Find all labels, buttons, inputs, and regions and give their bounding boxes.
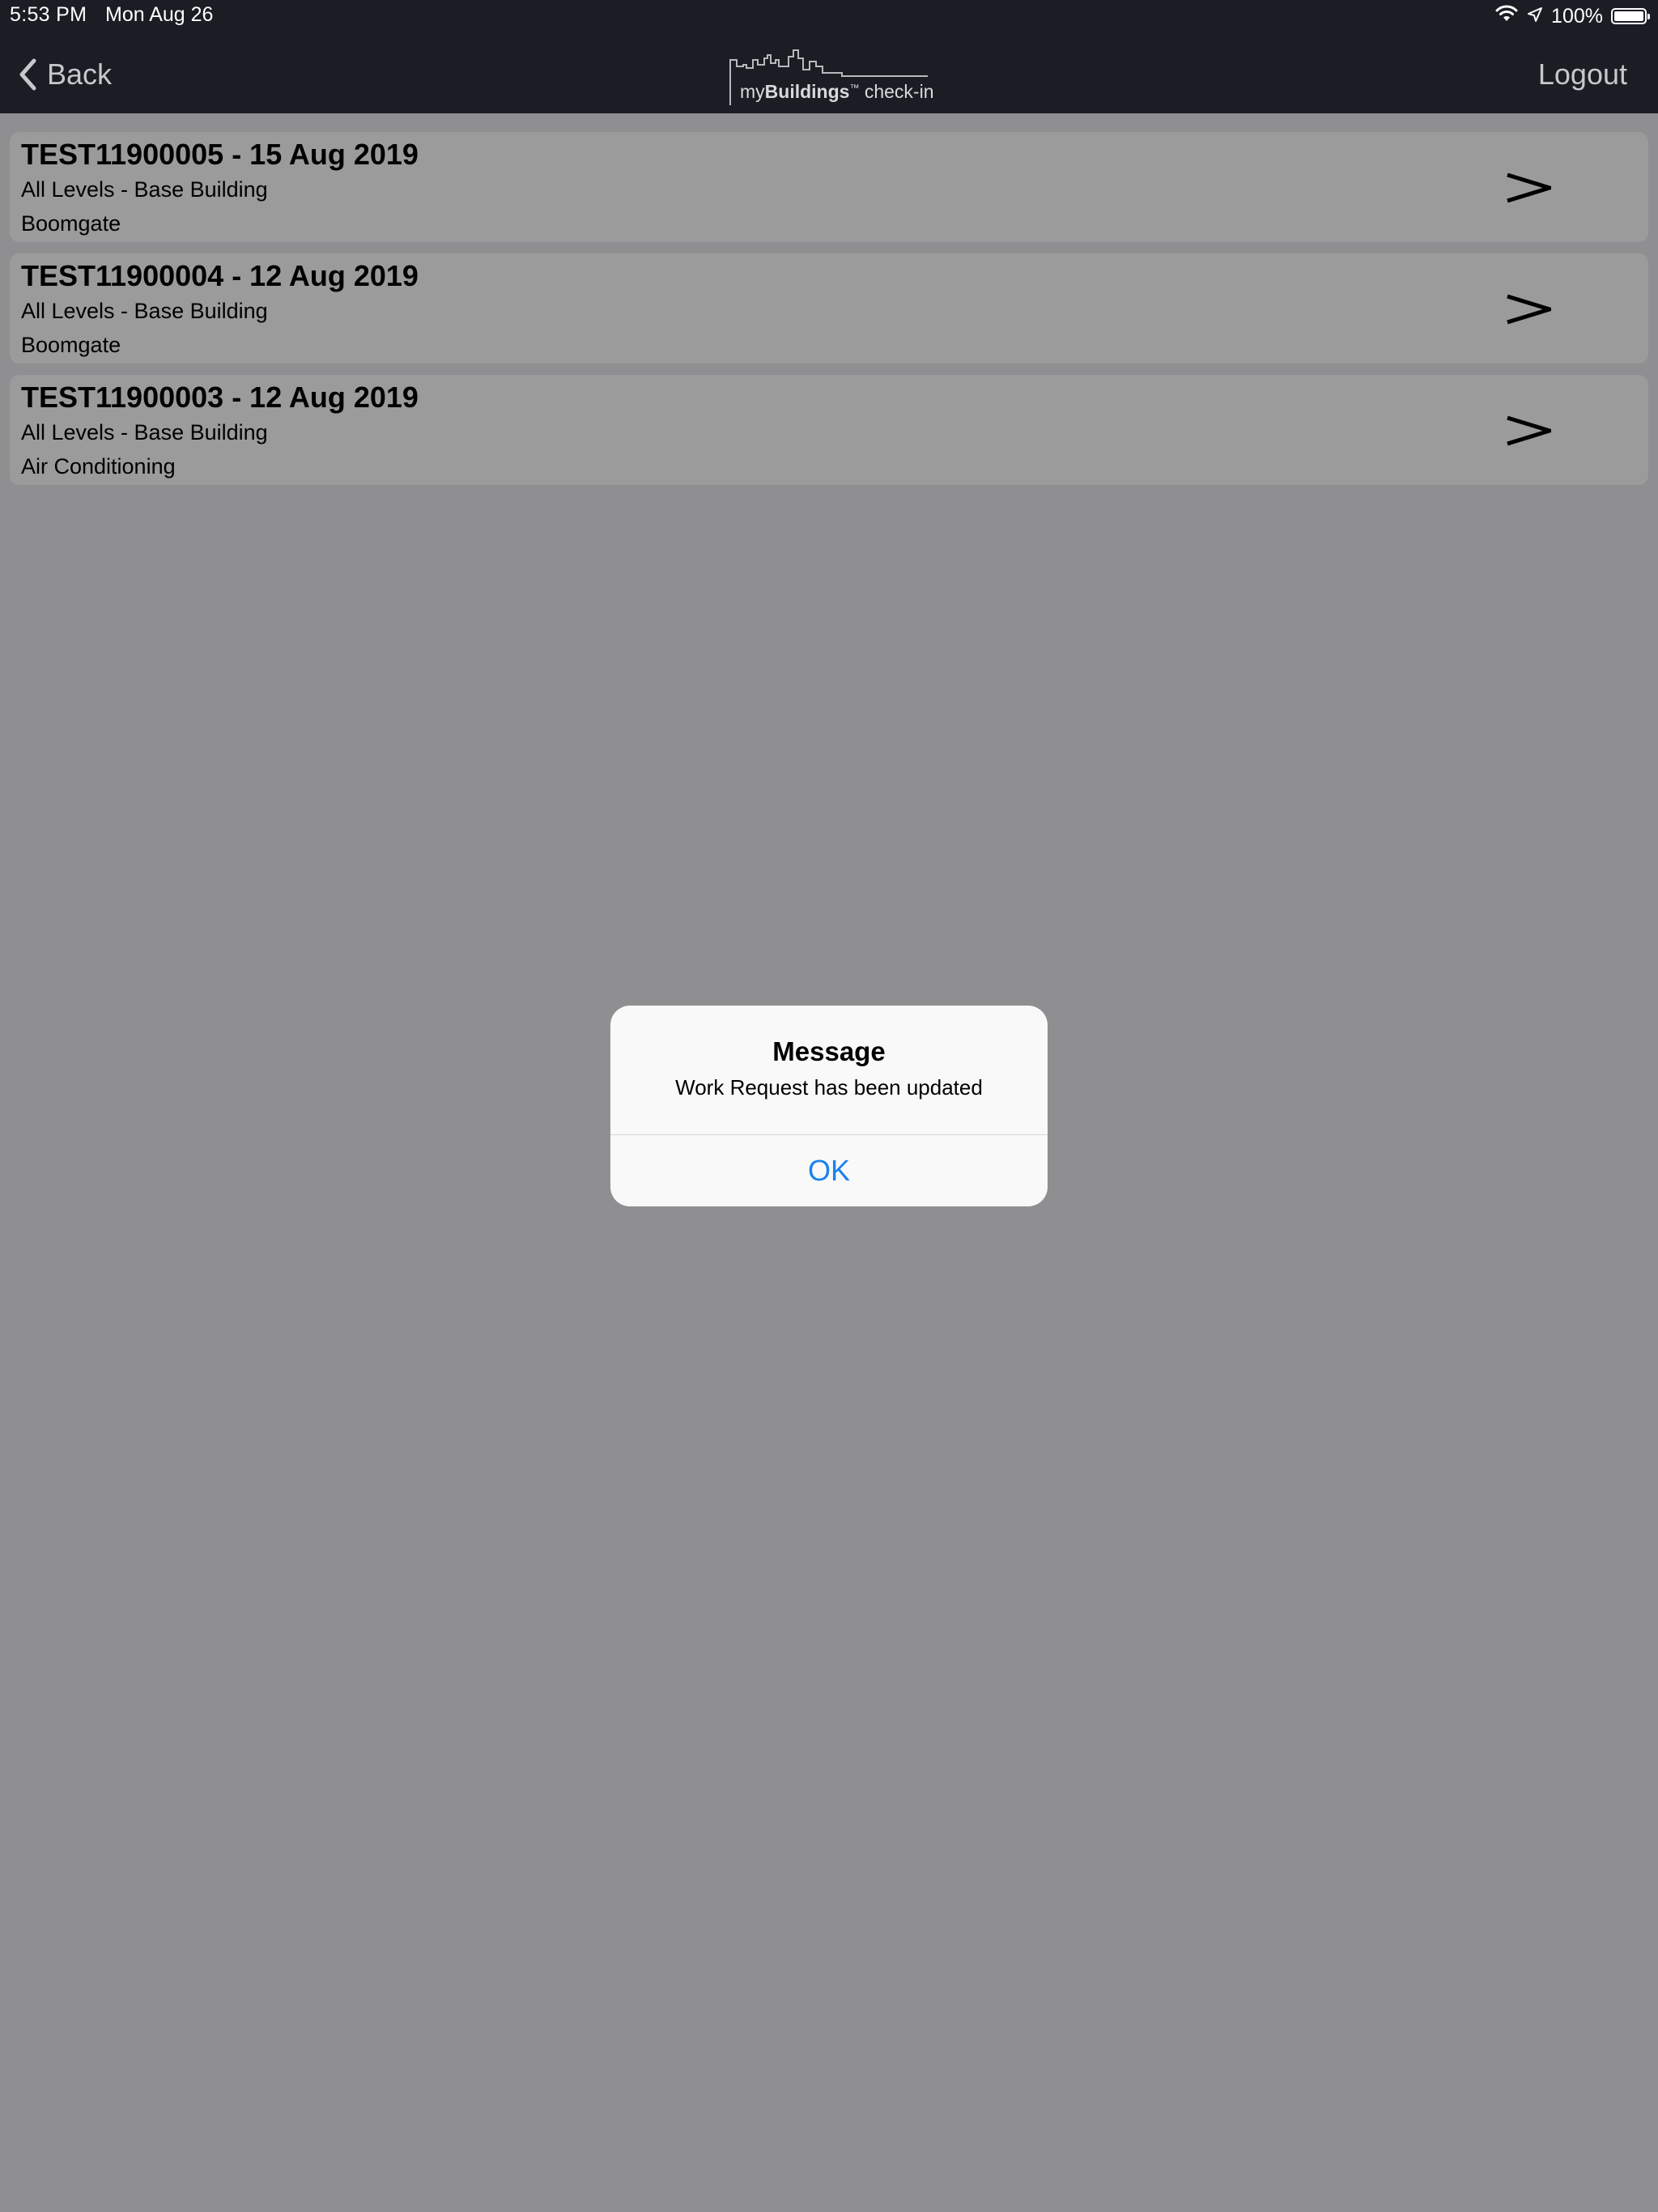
- work-request-list: TEST11900005 - 15 Aug 2019 All Levels - …: [10, 132, 1648, 496]
- header-bar: 5:53 PM Mon Aug 26 100% Back myBuildings…: [0, 0, 1658, 113]
- chevron-right-icon: [1507, 294, 1551, 325]
- ok-button[interactable]: OK: [610, 1135, 1048, 1206]
- screen: 5:53 PM Mon Aug 26 100% Back myBuildings…: [0, 0, 1658, 2212]
- logo-prefix: my: [740, 81, 765, 102]
- alert-title: Message: [772, 1036, 886, 1066]
- work-request-row[interactable]: TEST11900004 - 12 Aug 2019 All Levels - …: [10, 253, 1648, 364]
- battery-icon: [1611, 8, 1650, 24]
- work-request-category: Boomgate: [21, 333, 121, 357]
- work-request-location: All Levels - Base Building: [21, 177, 268, 202]
- work-request-location: All Levels - Base Building: [21, 299, 268, 323]
- work-request-title: TEST11900003 - 12 Aug 2019: [21, 381, 419, 414]
- work-request-row[interactable]: TEST11900005 - 15 Aug 2019 All Levels - …: [10, 132, 1648, 242]
- chevron-right-icon: [1507, 415, 1551, 446]
- work-request-category: Boomgate: [21, 211, 121, 236]
- chevron-right-icon: [1507, 172, 1551, 203]
- work-request-title: TEST11900005 - 15 Aug 2019: [21, 138, 419, 171]
- chevron-left-icon: [19, 58, 36, 91]
- work-request-category: Air Conditioning: [21, 454, 176, 479]
- work-request-location: All Levels - Base Building: [21, 420, 268, 445]
- work-request-row[interactable]: TEST11900003 - 12 Aug 2019 All Levels - …: [10, 375, 1648, 485]
- logo-wordmark: myBuildings™ check-in: [740, 81, 934, 103]
- logo-suffix: check-in: [864, 81, 934, 102]
- alert-dialog: Message Work Request has been updated OK: [610, 1006, 1048, 1206]
- back-button[interactable]: Back: [18, 52, 112, 97]
- alert-message: Work Request has been updated: [675, 1075, 983, 1100]
- status-time: 5:53 PM: [10, 3, 87, 26]
- status-date: Mon Aug 26: [105, 3, 214, 26]
- logo-trademark: ™: [849, 82, 860, 94]
- location-icon: [1527, 5, 1543, 28]
- back-label: Back: [47, 57, 113, 91]
- logo-bold: Buildings: [764, 81, 850, 102]
- battery-percentage: 100%: [1551, 4, 1603, 28]
- logout-button[interactable]: Logout: [1538, 52, 1627, 97]
- status-indicators: 100%: [1494, 3, 1650, 29]
- work-request-title: TEST11900004 - 12 Aug 2019: [21, 259, 419, 292]
- wifi-icon: [1494, 5, 1519, 28]
